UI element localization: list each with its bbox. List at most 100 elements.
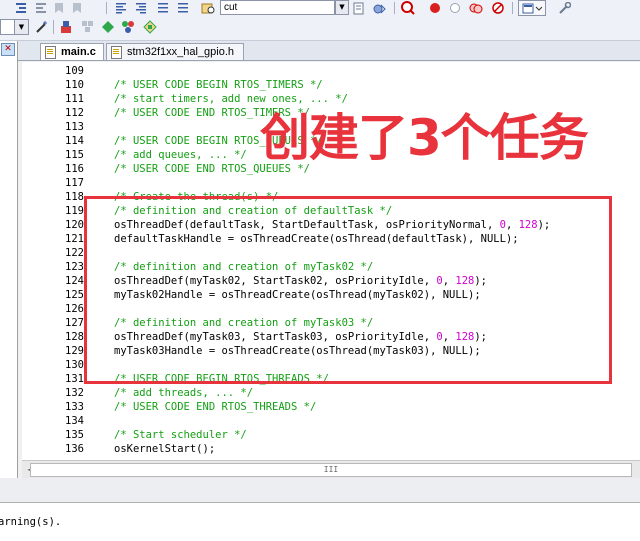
line-number: 110 [65,79,84,91]
rebuild-icon[interactable] [80,19,96,35]
code-comment: /* USER CODE END RTOS_THREADS */ [114,401,317,413]
align-right-icon[interactable] [134,0,148,16]
code-token: , [442,275,456,287]
code-line[interactable]: /* Create the thread(s) */ [114,191,278,203]
window-icon[interactable] [518,0,546,16]
load-icon[interactable] [100,19,116,35]
code-token: ); [537,219,551,231]
line-number: 124 [65,275,84,287]
chevron-down-icon[interactable]: ▼ [14,19,29,35]
code-token: myTask03Handle = osThreadCreate(osThread… [114,345,481,357]
code-line[interactable]: /* definition and creation of myTask02 *… [114,261,373,273]
code-line[interactable]: /* USER CODE BEGIN RTOS_THREADS */ [114,373,329,385]
outdent-icon[interactable] [34,0,48,16]
toolbar-separator [53,20,54,34]
code-token: osThreadDef(defaultTask, StartDefaultTas… [114,219,500,231]
code-number: 128 [455,275,475,287]
line-number: 129 [65,345,84,357]
align-left-icon[interactable] [114,0,128,16]
line-number: 131 [65,373,84,385]
line-number: 117 [65,177,84,189]
code-token: osThreadDef(myTask02, StartTask02, osPri… [114,275,437,287]
breakpoint-icon[interactable] [428,0,442,16]
editor-tab-bar: main.c stm32f1xx_hal_gpio.h [18,41,640,61]
line-number: 114 [65,135,84,147]
line-number: 136 [65,443,84,455]
indent-icon[interactable] [14,0,28,16]
line-number: 128 [65,331,84,343]
code-comment: /* add threads, ... */ [114,387,254,399]
line-number: 126 [65,303,84,315]
line-number: 135 [65,429,84,441]
line-number: 127 [65,317,84,329]
code-line[interactable]: /* definition and creation of myTask03 *… [114,317,373,329]
code-token: osThreadDef(myTask03, StartTask03, osPri… [114,331,437,343]
options-icon[interactable] [556,0,572,16]
code-line[interactable]: defaultTaskHandle = osThreadCreate(osThr… [114,233,519,245]
debug-icon[interactable] [372,0,388,16]
line-number: 122 [65,247,84,259]
code-line[interactable]: myTask02Handle = osThreadCreate(osThread… [114,289,481,301]
code-line[interactable]: /* add queues, ... */ [114,149,247,161]
find-combo-input[interactable]: cut [220,0,335,15]
find-in-files-icon[interactable] [200,0,216,16]
tab-main-c[interactable]: main.c [40,43,104,60]
code-line[interactable]: osThreadDef(defaultTask, StartDefaultTas… [114,219,550,231]
code-line[interactable]: /* USER CODE END RTOS_THREADS */ [114,401,316,413]
code-comment: /* USER CODE BEGIN RTOS_TIMERS */ [114,79,323,91]
code-line[interactable]: osKernelStart(); [114,443,215,455]
code-line[interactable]: /* definition and creation of defaultTas… [114,205,392,217]
build-output-text: arning(s). [0,516,62,528]
code-comment: /* USER CODE BEGIN RTOS_THREADS */ [114,373,329,385]
chevron-down-icon[interactable]: ▼ [335,0,349,15]
pane-splitter[interactable] [0,478,640,502]
bookmark-icon[interactable] [52,0,66,16]
code-comment: /* Start scheduler */ [114,429,247,441]
toolbar-separator [106,2,107,14]
code-comment: /* start timers, add new ones, ... */ [114,93,348,105]
code-line[interactable]: osThreadDef(myTask02, StartTask02, osPri… [114,275,487,287]
line-number: 119 [65,205,84,217]
line-number: 132 [65,387,84,399]
kill-all-breakpoints-icon[interactable] [490,0,506,16]
scrollbar-thumb[interactable]: III [30,463,632,477]
tab-label: stm32f1xx_hal_gpio.h [127,46,235,58]
line-number: 120 [65,219,84,231]
code-line[interactable]: osThreadDef(myTask03, StartTask03, osPri… [114,331,487,343]
bookmark-prev-icon[interactable] [70,0,84,16]
code-line[interactable]: myTask03Handle = osThreadCreate(osThread… [114,345,481,357]
uncomment-icon[interactable] [176,0,190,16]
code-comment: /* add queues, ... */ [114,149,247,161]
project-pane: ✕ [0,41,18,478]
target-options-icon[interactable] [142,19,158,35]
start-debug-icon[interactable] [400,0,416,16]
close-icon[interactable]: ✕ [1,43,15,56]
file-icon [45,45,56,59]
incremental-find-icon[interactable] [352,0,366,16]
code-token: , [505,219,519,231]
build-output-pane: arning(s). [0,502,640,541]
code-line[interactable]: /* add threads, ... */ [114,387,253,399]
code-token: , [442,331,456,343]
toolbar-row-1: cut ▼ [0,0,640,17]
line-number-gutter: 109 110 111 112 113 114 115 116 117 118 119 120 121 1… [22,62,112,460]
line-number: 134 [65,415,84,427]
line-number: 133 [65,401,84,413]
code-line[interactable]: /* start timers, add new ones, ... */ [114,93,348,105]
line-number: 112 [65,107,84,119]
tab-stm32f1xx-hal-gpio-h[interactable]: stm32f1xx_hal_gpio.h [106,43,244,60]
line-number: 118 [65,191,84,203]
code-line[interactable]: /* USER CODE BEGIN RTOS_TIMERS */ [114,79,323,91]
horizontal-scrollbar[interactable]: ◄ III [22,460,640,478]
code-token: myTask02Handle = osThreadCreate(osThread… [114,289,481,301]
code-line[interactable]: /* Start scheduler */ [114,429,247,441]
kill-breakpoints-icon[interactable] [468,0,484,16]
comment-icon[interactable] [156,0,170,16]
breakpoint-disabled-icon[interactable] [448,0,462,16]
wizard-icon[interactable] [34,19,50,35]
line-number: 109 [65,65,84,77]
translate-icon[interactable] [58,19,74,35]
code-comment: /* definition and creation of myTask03 *… [114,317,374,329]
manage-components-icon[interactable] [120,19,136,35]
file-icon [111,45,122,59]
